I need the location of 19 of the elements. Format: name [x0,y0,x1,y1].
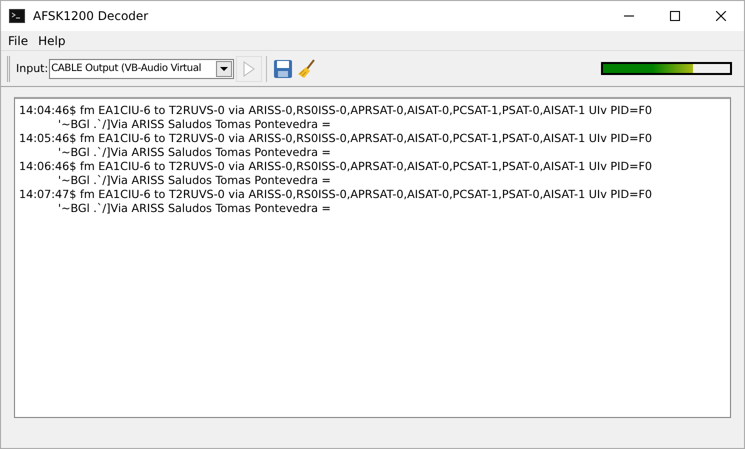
log-message-line: '~BGl .`/]Via ARISS Saludos Tomas Pontevedra = [57,202,332,216]
log-header-line: 14:07:47$ fm EA1CIU-6 to T2RUVS-0 via ARISS-0,RS0ISS-0,APRSAT-0,AISAT-0,PCSAT-1,PSAT-0,AISAT-1 UIv PID=F0 [19,188,653,202]
menu-item[interactable]: Help [33,34,70,48]
play-icon [243,60,256,76]
terminal-icon [9,9,25,23]
caret-icon [220,66,228,70]
input-dropdown[interactable]: CABLE Output (VB-Audio Virtual [49,58,234,78]
log-message-line: '~BGl .`/]Via ARISS Saludos Tomas Pontevedra = [57,146,332,160]
log-header-line: 14:04:46$ fm EA1CIU-6 to T2RUVS-0 via ARISS-0,RS0ISS-0,APRSAT-0,AISAT-0,PCSAT-1,PSAT-0,AISAT-1 UIv PID=F0 [19,104,653,118]
log-message-line: '~BGl .`/]Via ARISS Saludos Tomas Pontevedra = [57,174,332,188]
log-message-line: '~BGl .`/]Via ARISS Saludos Tomas Pontevedra = [57,118,332,132]
close-icon [716,11,726,21]
broom-icon [297,58,318,78]
log-header-line: 14:05:46$ fm EA1CIU-6 to T2RUVS-0 via ARISS-0,RS0ISS-0,APRSAT-0,AISAT-0,PCSAT-1,PSAT-0,AISAT-1 UIv PID=F0 [19,132,653,146]
window-title: AFSK1200 Decoder [33,9,150,23]
maximize-icon [670,11,680,21]
log-header-line: 14:06:46$ fm EA1CIU-6 to T2RUVS-0 via ARISS-0,RS0ISS-0,APRSAT-0,AISAT-0,PCSAT-1,PSAT-0,AISAT-1 UIv PID=F0 [19,160,653,174]
input-label: Input: [16,62,48,75]
menu-item[interactable]: File [3,34,34,48]
